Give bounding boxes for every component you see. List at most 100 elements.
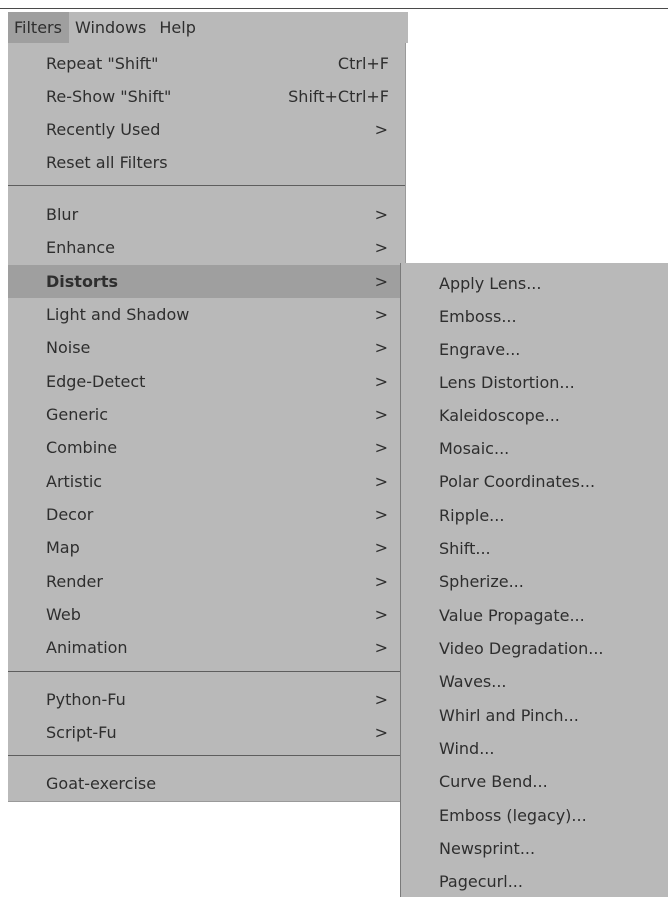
menu-item-recently-used[interactable]: Recently Used > [8, 113, 405, 146]
menubar: Filters Windows Help [8, 12, 408, 43]
menu-item-label: Web [46, 605, 81, 624]
menu-item-label: Combine [46, 438, 118, 457]
submenu-item-label: Waves... [439, 672, 507, 691]
menu-item-reshow[interactable]: Re-Show "Shift" Shift+Ctrl+F [8, 80, 405, 113]
submenu-item-newsprint[interactable]: Newsprint... [401, 832, 668, 865]
submenu-item-label: Whirl and Pinch... [439, 706, 579, 725]
submenu-item-kaleidoscope[interactable]: Kaleidoscope... [401, 399, 668, 432]
menu-item-reset-all-filters[interactable]: Reset all Filters [8, 146, 405, 179]
menu-item-repeat[interactable]: Repeat "Shift" Ctrl+F [8, 47, 405, 80]
submenu-item-label: Polar Coordinates... [439, 472, 596, 491]
shortcut-text: Shift+Ctrl+F [288, 87, 389, 106]
submenu-item-label: Kaleidoscope... [439, 406, 560, 425]
menu-item-label: Reset all Filters [46, 153, 168, 172]
menu-item-label: Re-Show "Shift" [46, 87, 172, 106]
submenu-item-label: Newsprint... [439, 839, 536, 858]
submenu-item-label: Value Propagate... [439, 606, 585, 625]
menu-item-web[interactable]: Web > [8, 598, 405, 631]
submenu-item-spherize[interactable]: Spherize... [401, 565, 668, 598]
menu-item-label: Decor [46, 505, 94, 524]
submenu-item-polar-coordinates[interactable]: Polar Coordinates... [401, 465, 668, 498]
submenu-item-engrave[interactable]: Engrave... [401, 333, 668, 366]
submenu-item-value-propagate[interactable]: Value Propagate... [401, 599, 668, 632]
submenu-item-curve-bend[interactable]: Curve Bend... [401, 765, 668, 798]
submenu-arrow-icon: > [374, 638, 388, 657]
menu-item-combine[interactable]: Combine > [8, 431, 405, 464]
menu-item-label: Script-Fu [46, 723, 117, 742]
menu-item-enhance[interactable]: Enhance > [8, 231, 405, 264]
submenu-item-label: Emboss... [439, 307, 517, 326]
submenu-arrow-icon: > [374, 405, 388, 424]
submenu-item-pagecurl[interactable]: Pagecurl... [401, 865, 668, 898]
window-top-border [0, 8, 668, 9]
submenu-item-whirl-and-pinch[interactable]: Whirl and Pinch... [401, 699, 668, 732]
menu-item-label: Animation [46, 638, 128, 657]
menu-item-render[interactable]: Render > [8, 565, 405, 598]
menu-item-map[interactable]: Map > [8, 531, 405, 564]
menu-item-label: Generic [46, 405, 109, 424]
submenu-arrow-icon: > [374, 723, 388, 742]
menu-item-python-fu[interactable]: Python-Fu > [8, 683, 405, 716]
menu-item-animation[interactable]: Animation > [8, 631, 405, 664]
distorts-submenu: Apply Lens... Emboss... Engrave... Lens … [400, 263, 668, 897]
filters-menu: Repeat "Shift" Ctrl+F Re-Show "Shift" Sh… [8, 43, 406, 802]
menu-item-label: Python-Fu [46, 690, 126, 709]
menu-item-label: Enhance [46, 238, 115, 257]
submenu-item-wind[interactable]: Wind... [401, 732, 668, 765]
submenu-item-video-degradation[interactable]: Video Degradation... [401, 632, 668, 665]
menu-item-goat-exercise[interactable]: Goat-exercise [8, 767, 405, 800]
shortcut-text: Ctrl+F [337, 54, 389, 73]
menu-item-label: Light and Shadow [46, 305, 190, 324]
menu-item-label: Blur [46, 205, 79, 224]
menu-item-light-and-shadow[interactable]: Light and Shadow > [8, 298, 405, 331]
menu-item-label: Artistic [46, 472, 103, 491]
submenu-item-emboss-legacy[interactable]: Emboss (legacy)... [401, 799, 668, 832]
submenu-item-ripple[interactable]: Ripple... [401, 499, 668, 532]
submenu-arrow-icon: > [374, 538, 388, 557]
submenu-item-label: Apply Lens... [439, 274, 542, 293]
submenu-item-label: Shift... [439, 539, 491, 558]
submenu-item-label: Engrave... [439, 340, 521, 359]
submenu-item-label: Ripple... [439, 506, 505, 525]
menu-item-script-fu[interactable]: Script-Fu > [8, 716, 405, 749]
submenu-item-label: Mosaic... [439, 439, 510, 458]
submenu-arrow-icon: > [374, 272, 388, 291]
menu-item-label: Repeat "Shift" [46, 54, 159, 73]
menu-item-distorts[interactable]: Distorts > [8, 265, 405, 298]
menu-separator [8, 671, 405, 672]
submenu-item-label: Curve Bend... [439, 772, 548, 791]
submenu-item-shift[interactable]: Shift... [401, 532, 668, 565]
menu-item-label: Recently Used [46, 120, 161, 139]
submenu-item-emboss[interactable]: Emboss... [401, 300, 668, 333]
menu-item-noise[interactable]: Noise > [8, 331, 405, 364]
menu-item-label: Edge-Detect [46, 372, 146, 391]
submenu-item-waves[interactable]: Waves... [401, 665, 668, 698]
submenu-item-label: Video Degradation... [439, 639, 604, 658]
submenu-arrow-icon: > [374, 305, 388, 324]
submenu-item-label: Spherize... [439, 572, 524, 591]
submenu-item-label: Pagecurl... [439, 872, 523, 891]
menu-item-artistic[interactable]: Artistic > [8, 465, 405, 498]
submenu-arrow-icon: > [374, 205, 388, 224]
submenu-arrow-icon: > [374, 472, 388, 491]
menubar-windows[interactable]: Windows [69, 12, 153, 43]
submenu-item-label: Wind... [439, 739, 495, 758]
menubar-help[interactable]: Help [153, 12, 202, 43]
menu-item-decor[interactable]: Decor > [8, 498, 405, 531]
menu-item-label: Noise [46, 338, 91, 357]
menu-item-generic[interactable]: Generic > [8, 398, 405, 431]
submenu-item-apply-lens[interactable]: Apply Lens... [401, 267, 668, 300]
submenu-arrow-icon: > [374, 338, 388, 357]
submenu-item-lens-distortion[interactable]: Lens Distortion... [401, 366, 668, 399]
menu-item-label: Goat-exercise [46, 774, 157, 793]
submenu-arrow-icon: > [374, 238, 388, 257]
submenu-item-mosaic[interactable]: Mosaic... [401, 432, 668, 465]
menu-item-label: Distorts [46, 272, 118, 291]
submenu-arrow-icon: > [374, 690, 388, 709]
submenu-arrow-icon: > [374, 438, 388, 457]
menubar-filters[interactable]: Filters [8, 12, 69, 43]
submenu-arrow-icon: > [374, 120, 388, 139]
menu-item-edge-detect[interactable]: Edge-Detect > [8, 365, 405, 398]
submenu-arrow-icon: > [374, 605, 388, 624]
menu-item-blur[interactable]: Blur > [8, 198, 405, 231]
